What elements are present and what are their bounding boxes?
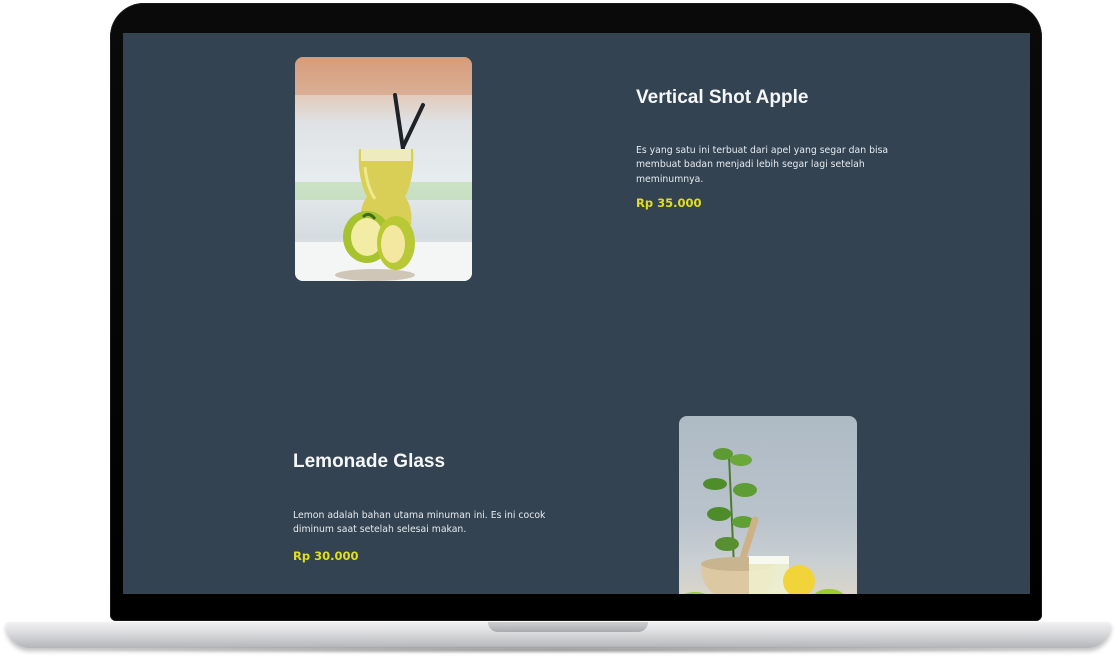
product-price: Rp 30.000 — [293, 549, 359, 563]
screen: Vertical Shot Apple Es yang satu ini ter… — [123, 33, 1030, 594]
lemonade-photo — [684, 448, 844, 594]
laptop-shadow — [30, 646, 1087, 654]
product-price: Rp 35.000 — [636, 196, 702, 210]
product-description: Lemon adalah bahan utama minuman ini. Es… — [293, 510, 546, 536]
apple-juice-photo — [295, 57, 472, 281]
lemonade-image — [679, 416, 857, 594]
product-title: Vertical Shot Apple — [636, 87, 809, 108]
apple-juice-image — [295, 57, 472, 281]
product-description: Es yang satu ini terbuat dari apel yang … — [636, 145, 889, 185]
product-title: Lemonade Glass — [293, 451, 446, 472]
laptop-notch — [488, 622, 648, 632]
